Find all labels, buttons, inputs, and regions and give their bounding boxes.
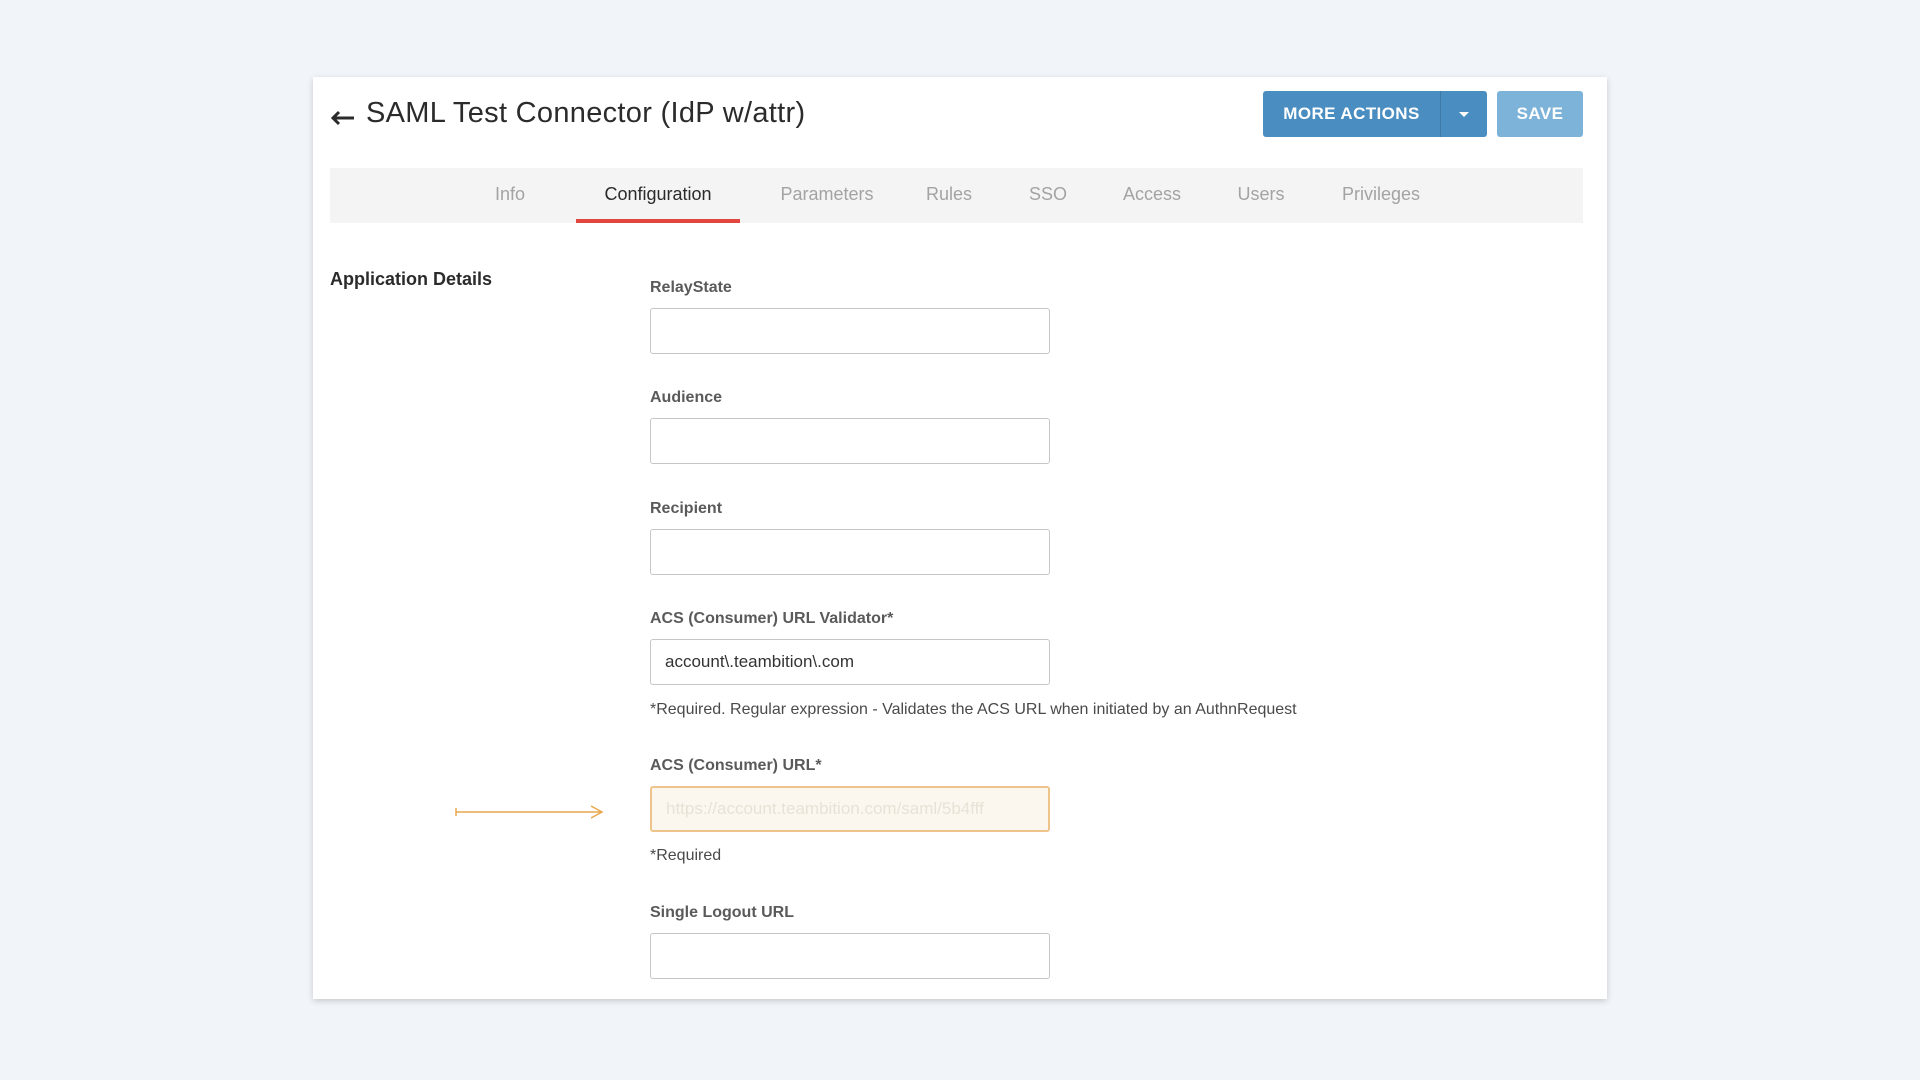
more-actions-button[interactable]: MORE ACTIONS [1263,91,1440,137]
more-actions-dropdown-toggle[interactable] [1440,91,1487,137]
audience-input[interactable] [650,418,1050,464]
tab-sso[interactable]: SSO [1013,168,1083,223]
relay-state-input[interactable] [650,308,1050,354]
tab-users[interactable]: Users [1219,168,1303,223]
page-header: SAML Test Connector (IdP w/attr) [330,97,805,130]
acs-url-helper: *Required [650,847,722,864]
recipient-input[interactable] [650,529,1050,575]
left-arrow-icon[interactable] [330,108,356,128]
app-config-card: SAML Test Connector (IdP w/attr) MORE AC… [313,77,1607,999]
relay-state-label: RelayState [650,279,732,296]
annotation-arrow-icon [455,805,604,819]
single-logout-label: Single Logout URL [650,904,794,921]
tab-parameters[interactable]: Parameters [766,168,888,223]
tab-access[interactable]: Access [1103,168,1201,223]
acs-validator-input[interactable] [650,639,1050,685]
more-actions-button-group: MORE ACTIONS [1263,91,1487,137]
tab-bar: Info Configuration Parameters Rules SSO … [330,168,1583,223]
tab-info[interactable]: Info [480,168,540,223]
tab-rules[interactable]: Rules [907,168,991,223]
recipient-label: Recipient [650,500,723,517]
acs-validator-label: ACS (Consumer) URL Validator* [650,610,894,627]
single-logout-input[interactable] [650,933,1050,979]
save-button[interactable]: SAVE [1497,91,1583,137]
section-title: Application Details [330,269,493,289]
caret-down-icon [1459,111,1469,117]
acs-url-input[interactable] [650,786,1050,832]
tab-privileges[interactable]: Privileges [1323,168,1439,223]
audience-label: Audience [650,389,723,406]
acs-url-label: ACS (Consumer) URL* [650,757,822,774]
acs-validator-helper: *Required. Regular expression - Validate… [650,701,1297,718]
tab-configuration[interactable]: Configuration [576,168,740,223]
page-title: SAML Test Connector (IdP w/attr) [366,97,806,129]
